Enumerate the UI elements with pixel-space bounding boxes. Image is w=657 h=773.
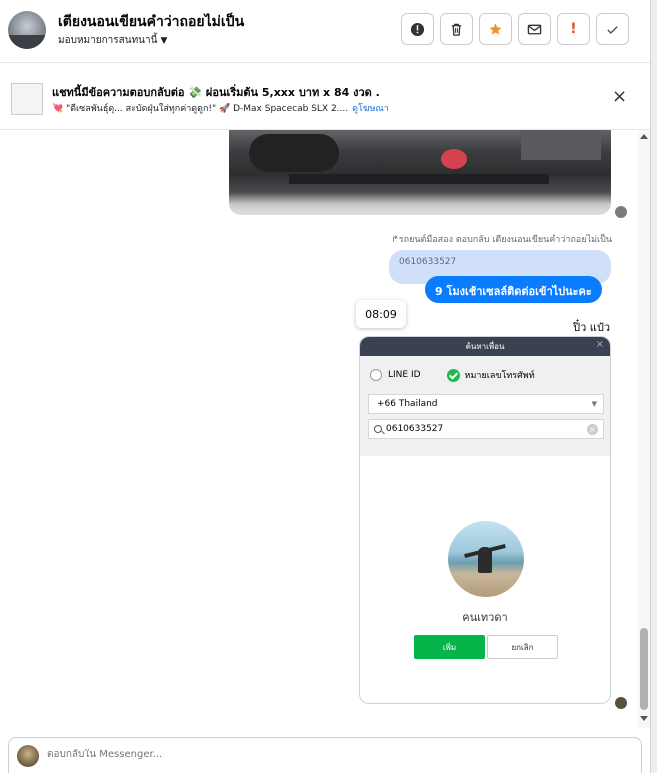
ad-context-bar: แชทนี้มีข้อความตอบกลับต่อ 💸 ผ่อนเริ่มต้น… xyxy=(0,62,650,130)
sender-name: ปิ๋ว แป๋ว xyxy=(573,321,610,334)
add-friend-button: เพิ่ม xyxy=(414,635,485,659)
spam-button[interactable] xyxy=(401,13,434,45)
exclamation-icon: ! xyxy=(570,21,577,37)
caret-down-icon: ▼ xyxy=(160,36,168,46)
reply-note-text: รถยนต์มือสอง ตอบกลับ เตียงนอนเขียนคำว่าถ… xyxy=(398,235,612,245)
message-thread[interactable]: ↱รถยนต์มือสอง ตอบกลับ เตียงนอนเขียนคำว่า… xyxy=(0,130,650,730)
clear-icon: × xyxy=(587,424,598,435)
contact-avatar[interactable] xyxy=(8,11,46,49)
photo-detail xyxy=(289,174,549,184)
option-line-id: LINE ID xyxy=(388,370,421,380)
view-ad-link[interactable]: ดูโฆษณา xyxy=(352,104,389,114)
photo-detail xyxy=(249,134,339,172)
ad-title: แชทนี้มีข้อความตอบกลับต่อ 💸 ผ่อนเริ่มต้น… xyxy=(52,86,380,99)
screenshot-image-message[interactable]: ค้นหาเพื่อน × LINE ID หมายเลขโทรศัพท์ +6… xyxy=(359,336,611,704)
seen-avatar xyxy=(615,697,627,709)
mark-done-button[interactable] xyxy=(596,13,629,45)
close-icon[interactable]: × xyxy=(612,88,627,106)
sent-message-bubble[interactable]: 9 โมงเช้าเซลล์ติดต่อเข้าไปนะคะ xyxy=(425,276,602,303)
radio-icon xyxy=(370,369,382,381)
close-icon: × xyxy=(595,339,604,350)
search-icon xyxy=(374,425,382,433)
ad-description: 💘 "ดีเซลพันธุ์ดุ... สะบัดฝุ่นใส่ทุกค่าดู… xyxy=(52,101,389,115)
photo-detail xyxy=(478,547,492,573)
header-actions: ! xyxy=(401,13,629,45)
follow-up-button[interactable]: ! xyxy=(557,13,590,45)
scroll-down-icon[interactable] xyxy=(640,716,648,721)
reply-input[interactable] xyxy=(47,749,607,760)
scrollbar-thumb[interactable] xyxy=(640,628,648,710)
page-avatar xyxy=(17,745,39,767)
seen-avatar xyxy=(615,206,627,218)
scroll-up-icon[interactable] xyxy=(640,134,648,139)
ad-thumbnail xyxy=(11,83,43,115)
option-phone: หมายเลขโทรศัพท์ xyxy=(464,371,535,381)
delete-button[interactable] xyxy=(440,13,473,45)
timestamp-tooltip: 08:09 xyxy=(356,300,406,328)
conversation-header: เตียงนอนเขียนคำว่าถอยไม่เป็น มอบหมายการส… xyxy=(0,0,650,62)
country-value: +66 Thailand xyxy=(377,399,438,409)
star-icon xyxy=(489,22,502,35)
reply-note: ↱รถยนต์มือสอง ตอบกลับ เตียงนอนเขียนคำว่า… xyxy=(391,232,612,246)
chevron-down-icon: ▼ xyxy=(591,400,597,408)
photo-detail xyxy=(441,149,467,169)
alert-circle-icon xyxy=(410,22,425,36)
cancel-button: ยกเลิก xyxy=(487,635,558,659)
engine-photo-message[interactable] xyxy=(229,130,611,215)
profile-name: คนเทวดา xyxy=(462,611,508,624)
profile-photo xyxy=(448,521,524,597)
search-value: 0610633527 xyxy=(386,424,444,434)
add-friend-dialog-header: ค้นหาเพื่อน × xyxy=(360,337,610,356)
envelope-icon xyxy=(527,24,542,34)
contact-name[interactable]: เตียงนอนเขียนคำว่าถอยไม่เป็น xyxy=(58,11,244,33)
page-scrollbar[interactable] xyxy=(650,0,657,773)
star-button[interactable] xyxy=(479,13,512,45)
reply-arrow-icon: ↱ xyxy=(391,235,399,245)
assign-label: มอบหมายการสนทนานี้ xyxy=(58,35,158,46)
check-circle-icon xyxy=(446,368,460,382)
country-select: +66 Thailand ▼ xyxy=(368,394,604,414)
photo-detail xyxy=(521,130,601,160)
check-icon xyxy=(607,25,618,34)
search-options-panel: LINE ID หมายเลขโทรศัพท์ +66 Thailand ▼ 0… xyxy=(360,356,610,456)
phone-search-field: 0610633527 × xyxy=(368,419,604,439)
dialog-title: ค้นหาเพื่อน xyxy=(465,342,505,351)
reply-composer xyxy=(8,737,642,773)
mark-unread-button[interactable] xyxy=(518,13,551,45)
trash-icon xyxy=(451,23,462,36)
search-type-options: LINE ID หมายเลขโทรศัพท์ xyxy=(370,368,535,382)
ad-description-text: 💘 "ดีเซลพันธุ์ดุ... สะบัดฝุ่นใส่ทุกค่าดู… xyxy=(52,104,349,114)
assign-conversation-dropdown[interactable]: มอบหมายการสนทนานี้ ▼ xyxy=(58,33,167,48)
